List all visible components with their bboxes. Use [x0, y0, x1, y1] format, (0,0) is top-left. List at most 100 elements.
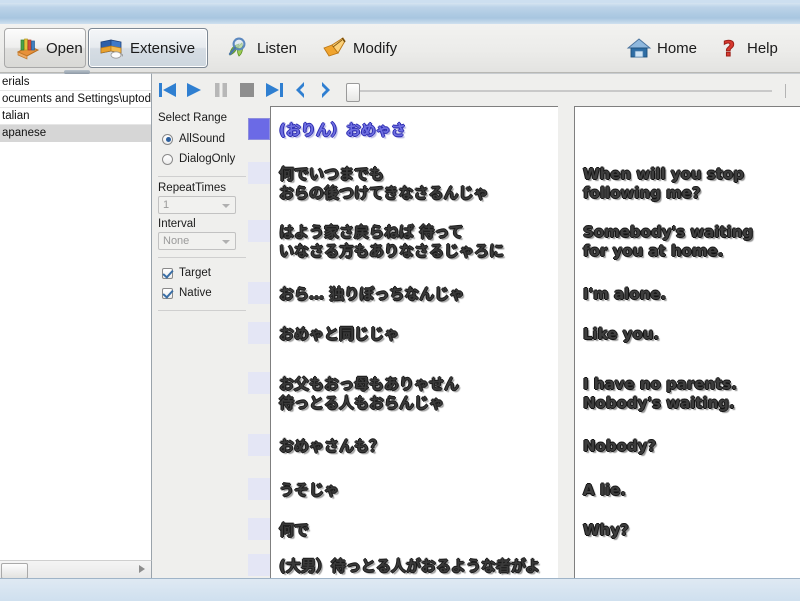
- right-arrow-icon[interactable]: [139, 565, 145, 573]
- toolbar-button-help[interactable]: ? Help: [706, 28, 788, 68]
- toolbar-button-home[interactable]: Home: [616, 28, 702, 68]
- skip-back-icon[interactable]: [158, 81, 178, 99]
- interval-select[interactable]: None: [158, 232, 236, 250]
- pause-icon[interactable]: [212, 81, 230, 99]
- divider-1: [158, 176, 246, 177]
- english-caption-line[interactable]: I'm alone.: [583, 285, 666, 304]
- cue-marker[interactable]: [248, 554, 270, 576]
- toolbar-button-home-label: Home: [657, 39, 698, 57]
- cue-marker[interactable]: [248, 372, 270, 394]
- svg-text:?: ?: [723, 37, 735, 61]
- cue-marker[interactable]: [248, 478, 270, 500]
- caption-text: I have no parents.: [583, 375, 737, 393]
- english-caption-line[interactable]: Somebody's waiting for you at home.: [583, 223, 753, 261]
- caption-text: おめゃさんも？: [279, 437, 385, 455]
- cue-marker[interactable]: [248, 322, 270, 344]
- japanese-caption-line[interactable]: おめゃさんも？: [279, 437, 384, 456]
- slider-end-cap: [785, 84, 786, 98]
- tree-item-materials[interactable]: erials: [0, 74, 151, 91]
- cue-marker[interactable]: [248, 282, 270, 304]
- japanese-caption-line[interactable]: (大男）待っとる人がおるような者がよ: [279, 557, 540, 576]
- tree-horizontal-scrollbar[interactable]: [0, 560, 152, 579]
- interval-value: None: [163, 235, 190, 247]
- caption-text: for you at home.: [583, 242, 724, 260]
- stop-icon[interactable]: [238, 81, 256, 99]
- radio-allsound-indicator[interactable]: [162, 133, 173, 145]
- japanese-caption-line[interactable]: (おりん）おめゃさ: [279, 121, 406, 140]
- cue-marker[interactable]: [248, 518, 270, 540]
- toolbar-button-listen-label: Listen: [257, 39, 298, 57]
- english-caption-line[interactable]: Like you.: [583, 325, 659, 344]
- tree-item-italian[interactable]: talian: [0, 108, 151, 125]
- english-caption-line[interactable]: Nobody?: [583, 437, 656, 456]
- japanese-caption-line[interactable]: おめゃと同じじゃ: [279, 325, 399, 344]
- cue-marker[interactable]: [248, 162, 270, 184]
- cue-marker[interactable]: [248, 220, 270, 242]
- cue-marker[interactable]: [248, 118, 270, 140]
- tree-item-path[interactable]: ocuments and Settings\uptodown-: [0, 91, 151, 108]
- caption-text: Nobody's waiting.: [583, 394, 735, 412]
- english-caption-line[interactable]: When will you stop following me?: [583, 165, 744, 203]
- caption-text: おら… 独りぼっちなんじゃ: [279, 285, 465, 303]
- slider-thumb[interactable]: [346, 83, 360, 102]
- checkbox-target[interactable]: Target: [156, 263, 248, 283]
- english-caption-line[interactable]: I have no parents. Nobody's waiting.: [583, 375, 737, 413]
- caption-text: お父もおっ母もありゃせん: [279, 375, 460, 393]
- japanese-caption-line[interactable]: 何で: [279, 521, 309, 540]
- playback-toolbar: [152, 74, 800, 106]
- checkbox-target-label: Target: [179, 267, 211, 279]
- right-arrow-icon[interactable]: [318, 81, 334, 99]
- toolbar-button-modify[interactable]: Modify: [312, 28, 412, 68]
- play-icon[interactable]: [184, 81, 204, 99]
- checkbox-native-indicator[interactable]: [162, 287, 173, 299]
- caption-text: Somebody's waiting: [583, 223, 754, 241]
- caption-text: Nobody?: [583, 437, 657, 455]
- slider-track: [360, 90, 772, 92]
- caption-text: いなさる方もありなさるじゃろに: [279, 242, 505, 260]
- application-window: Open Extensive Listen Modify Home ? Help…: [0, 0, 800, 601]
- japanese-caption-line[interactable]: うそじゃ: [279, 481, 339, 500]
- question-mark-icon: ?: [716, 35, 742, 62]
- main-toolbar: Open Extensive Listen Modify Home ? Help: [0, 24, 800, 73]
- scrollbar-thumb[interactable]: [1, 563, 28, 579]
- tree-item-japanese[interactable]: apanese: [0, 125, 151, 142]
- repeat-times-value: 1: [163, 199, 170, 211]
- brush-icon: [322, 35, 348, 61]
- radio-dialogonly-label: DialogOnly: [179, 153, 236, 165]
- japanese-caption-column[interactable]: (おりん）おめゃさ 何でいつまでも おらの後つけてきなさるんじゃ はよう家さ戻らねば …: [270, 106, 558, 579]
- japanese-caption-line[interactable]: おら… 独りぼっちなんじゃ: [279, 285, 464, 304]
- toolbar-button-listen[interactable]: Listen: [216, 28, 310, 68]
- seek-slider[interactable]: [346, 83, 786, 102]
- select-range-label: Select Range: [158, 112, 228, 124]
- english-caption-column[interactable]: When will you stop following me? Somebody'…: [574, 106, 800, 579]
- cue-marker-gutter: [248, 106, 270, 579]
- toolbar-button-extensive[interactable]: Extensive: [88, 28, 208, 68]
- checkbox-target-indicator[interactable]: [162, 267, 173, 279]
- left-arrow-icon[interactable]: [292, 81, 308, 99]
- divider-3: [158, 310, 246, 311]
- options-panel: Select Range AllSound DialogOnly RepeatT…: [152, 106, 248, 364]
- english-caption-line[interactable]: A lie.: [583, 481, 626, 500]
- caption-text: はよう家さ戻らねば 待って: [279, 223, 464, 241]
- magnifier-icon: [226, 35, 252, 61]
- radio-allsound-label: AllSound: [179, 133, 226, 145]
- caption-text: おらの後つけてきなさるんじゃ: [279, 184, 489, 202]
- cue-marker[interactable]: [248, 434, 270, 456]
- radio-dialogonly-indicator[interactable]: [162, 153, 173, 165]
- toolbar-button-open[interactable]: Open: [4, 28, 86, 68]
- radio-dialogonly[interactable]: DialogOnly: [156, 149, 248, 169]
- title-bar: [0, 0, 800, 25]
- japanese-caption-line[interactable]: はよう家さ戻らねば 待って いなさる方もありなさるじゃろに: [279, 223, 504, 261]
- radio-allsound[interactable]: AllSound: [156, 129, 248, 149]
- japanese-caption-line[interactable]: お父もおっ母もありゃせん 待っとる人もおらんじゃ: [279, 375, 459, 413]
- chevron-down-icon: [222, 204, 230, 208]
- japanese-caption-line[interactable]: 何でいつまでも おらの後つけてきなさるんじゃ: [279, 165, 489, 203]
- skip-forward-icon[interactable]: [264, 81, 284, 99]
- checkbox-native[interactable]: Native: [156, 283, 248, 303]
- repeat-times-select[interactable]: 1: [158, 196, 236, 214]
- panel-grip[interactable]: [64, 70, 90, 74]
- material-tree-panel[interactable]: erials ocuments and Settings\uptodown- t…: [0, 70, 152, 560]
- english-caption-line[interactable]: Why?: [583, 521, 629, 540]
- open-book-cup-icon: [99, 35, 125, 61]
- caption-text: 待っとる人もおらんじゃ: [279, 394, 445, 412]
